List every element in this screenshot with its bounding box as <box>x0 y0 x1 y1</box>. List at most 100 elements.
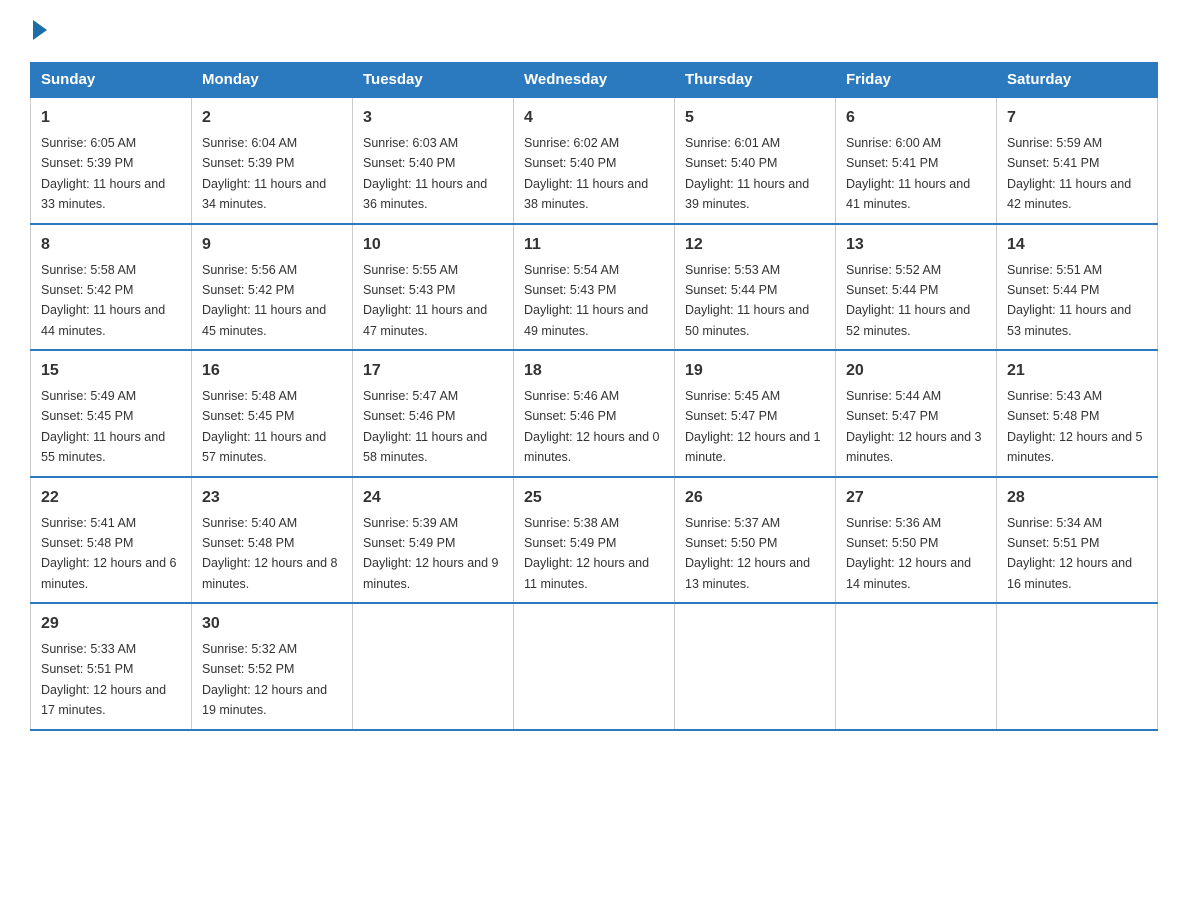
day-info: Sunrise: 5:32 AMSunset: 5:52 PMDaylight:… <box>202 642 327 717</box>
day-info: Sunrise: 5:36 AMSunset: 5:50 PMDaylight:… <box>846 516 971 591</box>
day-number: 24 <box>363 486 503 510</box>
calendar-cell: 9 Sunrise: 5:56 AMSunset: 5:42 PMDayligh… <box>192 224 353 351</box>
day-info: Sunrise: 5:39 AMSunset: 5:49 PMDaylight:… <box>363 516 499 591</box>
day-info: Sunrise: 5:52 AMSunset: 5:44 PMDaylight:… <box>846 263 970 338</box>
day-info: Sunrise: 5:53 AMSunset: 5:44 PMDaylight:… <box>685 263 809 338</box>
day-number: 16 <box>202 359 342 383</box>
calendar-cell: 25 Sunrise: 5:38 AMSunset: 5:49 PMDaylig… <box>514 477 675 604</box>
calendar-cell: 2 Sunrise: 6:04 AMSunset: 5:39 PMDayligh… <box>192 97 353 224</box>
calendar-cell: 12 Sunrise: 5:53 AMSunset: 5:44 PMDaylig… <box>675 224 836 351</box>
day-info: Sunrise: 5:47 AMSunset: 5:46 PMDaylight:… <box>363 389 487 464</box>
day-number: 29 <box>41 612 181 636</box>
day-number: 10 <box>363 233 503 257</box>
day-info: Sunrise: 5:49 AMSunset: 5:45 PMDaylight:… <box>41 389 165 464</box>
day-info: Sunrise: 5:43 AMSunset: 5:48 PMDaylight:… <box>1007 389 1143 464</box>
calendar-cell <box>675 603 836 730</box>
calendar-cell: 14 Sunrise: 5:51 AMSunset: 5:44 PMDaylig… <box>997 224 1158 351</box>
calendar-cell: 3 Sunrise: 6:03 AMSunset: 5:40 PMDayligh… <box>353 97 514 224</box>
day-number: 20 <box>846 359 986 383</box>
day-info: Sunrise: 5:40 AMSunset: 5:48 PMDaylight:… <box>202 516 338 591</box>
calendar-cell: 13 Sunrise: 5:52 AMSunset: 5:44 PMDaylig… <box>836 224 997 351</box>
day-number: 8 <box>41 233 181 257</box>
calendar-cell <box>997 603 1158 730</box>
calendar-cell: 26 Sunrise: 5:37 AMSunset: 5:50 PMDaylig… <box>675 477 836 604</box>
day-number: 25 <box>524 486 664 510</box>
calendar-cell: 1 Sunrise: 6:05 AMSunset: 5:39 PMDayligh… <box>31 97 192 224</box>
day-number: 22 <box>41 486 181 510</box>
calendar-cell: 8 Sunrise: 5:58 AMSunset: 5:42 PMDayligh… <box>31 224 192 351</box>
day-number: 26 <box>685 486 825 510</box>
calendar-cell <box>836 603 997 730</box>
day-number: 5 <box>685 106 825 130</box>
day-number: 3 <box>363 106 503 130</box>
calendar-cell: 5 Sunrise: 6:01 AMSunset: 5:40 PMDayligh… <box>675 97 836 224</box>
day-number: 19 <box>685 359 825 383</box>
logo <box>30 20 47 44</box>
day-info: Sunrise: 5:48 AMSunset: 5:45 PMDaylight:… <box>202 389 326 464</box>
week-row: 1 Sunrise: 6:05 AMSunset: 5:39 PMDayligh… <box>31 97 1158 224</box>
week-row: 22 Sunrise: 5:41 AMSunset: 5:48 PMDaylig… <box>31 477 1158 604</box>
calendar-cell: 23 Sunrise: 5:40 AMSunset: 5:48 PMDaylig… <box>192 477 353 604</box>
calendar-cell: 22 Sunrise: 5:41 AMSunset: 5:48 PMDaylig… <box>31 477 192 604</box>
calendar-cell: 6 Sunrise: 6:00 AMSunset: 5:41 PMDayligh… <box>836 97 997 224</box>
calendar-cell: 18 Sunrise: 5:46 AMSunset: 5:46 PMDaylig… <box>514 350 675 477</box>
calendar-cell: 24 Sunrise: 5:39 AMSunset: 5:49 PMDaylig… <box>353 477 514 604</box>
calendar-cell: 7 Sunrise: 5:59 AMSunset: 5:41 PMDayligh… <box>997 97 1158 224</box>
day-number: 9 <box>202 233 342 257</box>
day-number: 30 <box>202 612 342 636</box>
day-info: Sunrise: 5:41 AMSunset: 5:48 PMDaylight:… <box>41 516 177 591</box>
day-info: Sunrise: 6:01 AMSunset: 5:40 PMDaylight:… <box>685 136 809 211</box>
calendar-cell: 17 Sunrise: 5:47 AMSunset: 5:46 PMDaylig… <box>353 350 514 477</box>
day-of-week-header: Thursday <box>675 63 836 98</box>
day-info: Sunrise: 6:05 AMSunset: 5:39 PMDaylight:… <box>41 136 165 211</box>
day-info: Sunrise: 5:37 AMSunset: 5:50 PMDaylight:… <box>685 516 810 591</box>
calendar-cell: 29 Sunrise: 5:33 AMSunset: 5:51 PMDaylig… <box>31 603 192 730</box>
day-info: Sunrise: 6:03 AMSunset: 5:40 PMDaylight:… <box>363 136 487 211</box>
calendar-cell: 15 Sunrise: 5:49 AMSunset: 5:45 PMDaylig… <box>31 350 192 477</box>
day-of-week-header: Tuesday <box>353 63 514 98</box>
day-of-week-header: Monday <box>192 63 353 98</box>
calendar-cell: 16 Sunrise: 5:48 AMSunset: 5:45 PMDaylig… <box>192 350 353 477</box>
day-of-week-header: Saturday <box>997 63 1158 98</box>
day-info: Sunrise: 5:56 AMSunset: 5:42 PMDaylight:… <box>202 263 326 338</box>
calendar-cell <box>353 603 514 730</box>
day-number: 11 <box>524 233 664 257</box>
day-number: 6 <box>846 106 986 130</box>
calendar-cell: 11 Sunrise: 5:54 AMSunset: 5:43 PMDaylig… <box>514 224 675 351</box>
day-number: 7 <box>1007 106 1147 130</box>
day-number: 15 <box>41 359 181 383</box>
day-number: 13 <box>846 233 986 257</box>
calendar-cell: 20 Sunrise: 5:44 AMSunset: 5:47 PMDaylig… <box>836 350 997 477</box>
day-number: 12 <box>685 233 825 257</box>
day-info: Sunrise: 5:34 AMSunset: 5:51 PMDaylight:… <box>1007 516 1132 591</box>
calendar-cell: 10 Sunrise: 5:55 AMSunset: 5:43 PMDaylig… <box>353 224 514 351</box>
day-info: Sunrise: 5:59 AMSunset: 5:41 PMDaylight:… <box>1007 136 1131 211</box>
day-info: Sunrise: 5:51 AMSunset: 5:44 PMDaylight:… <box>1007 263 1131 338</box>
day-number: 23 <box>202 486 342 510</box>
calendar-cell: 4 Sunrise: 6:02 AMSunset: 5:40 PMDayligh… <box>514 97 675 224</box>
calendar-table: SundayMondayTuesdayWednesdayThursdayFrid… <box>30 62 1158 731</box>
day-number: 4 <box>524 106 664 130</box>
day-info: Sunrise: 6:00 AMSunset: 5:41 PMDaylight:… <box>846 136 970 211</box>
day-info: Sunrise: 5:38 AMSunset: 5:49 PMDaylight:… <box>524 516 649 591</box>
calendar-header-row: SundayMondayTuesdayWednesdayThursdayFrid… <box>31 63 1158 98</box>
logo-triangle-icon <box>33 20 47 40</box>
day-info: Sunrise: 5:55 AMSunset: 5:43 PMDaylight:… <box>363 263 487 338</box>
day-info: Sunrise: 6:04 AMSunset: 5:39 PMDaylight:… <box>202 136 326 211</box>
week-row: 15 Sunrise: 5:49 AMSunset: 5:45 PMDaylig… <box>31 350 1158 477</box>
day-number: 14 <box>1007 233 1147 257</box>
calendar-cell: 27 Sunrise: 5:36 AMSunset: 5:50 PMDaylig… <box>836 477 997 604</box>
day-info: Sunrise: 5:45 AMSunset: 5:47 PMDaylight:… <box>685 389 821 464</box>
calendar-cell: 19 Sunrise: 5:45 AMSunset: 5:47 PMDaylig… <box>675 350 836 477</box>
day-number: 17 <box>363 359 503 383</box>
day-info: Sunrise: 5:58 AMSunset: 5:42 PMDaylight:… <box>41 263 165 338</box>
day-number: 1 <box>41 106 181 130</box>
day-info: Sunrise: 5:46 AMSunset: 5:46 PMDaylight:… <box>524 389 660 464</box>
day-number: 28 <box>1007 486 1147 510</box>
week-row: 8 Sunrise: 5:58 AMSunset: 5:42 PMDayligh… <box>31 224 1158 351</box>
week-row: 29 Sunrise: 5:33 AMSunset: 5:51 PMDaylig… <box>31 603 1158 730</box>
day-number: 18 <box>524 359 664 383</box>
day-number: 21 <box>1007 359 1147 383</box>
day-info: Sunrise: 5:33 AMSunset: 5:51 PMDaylight:… <box>41 642 166 717</box>
calendar-cell <box>514 603 675 730</box>
